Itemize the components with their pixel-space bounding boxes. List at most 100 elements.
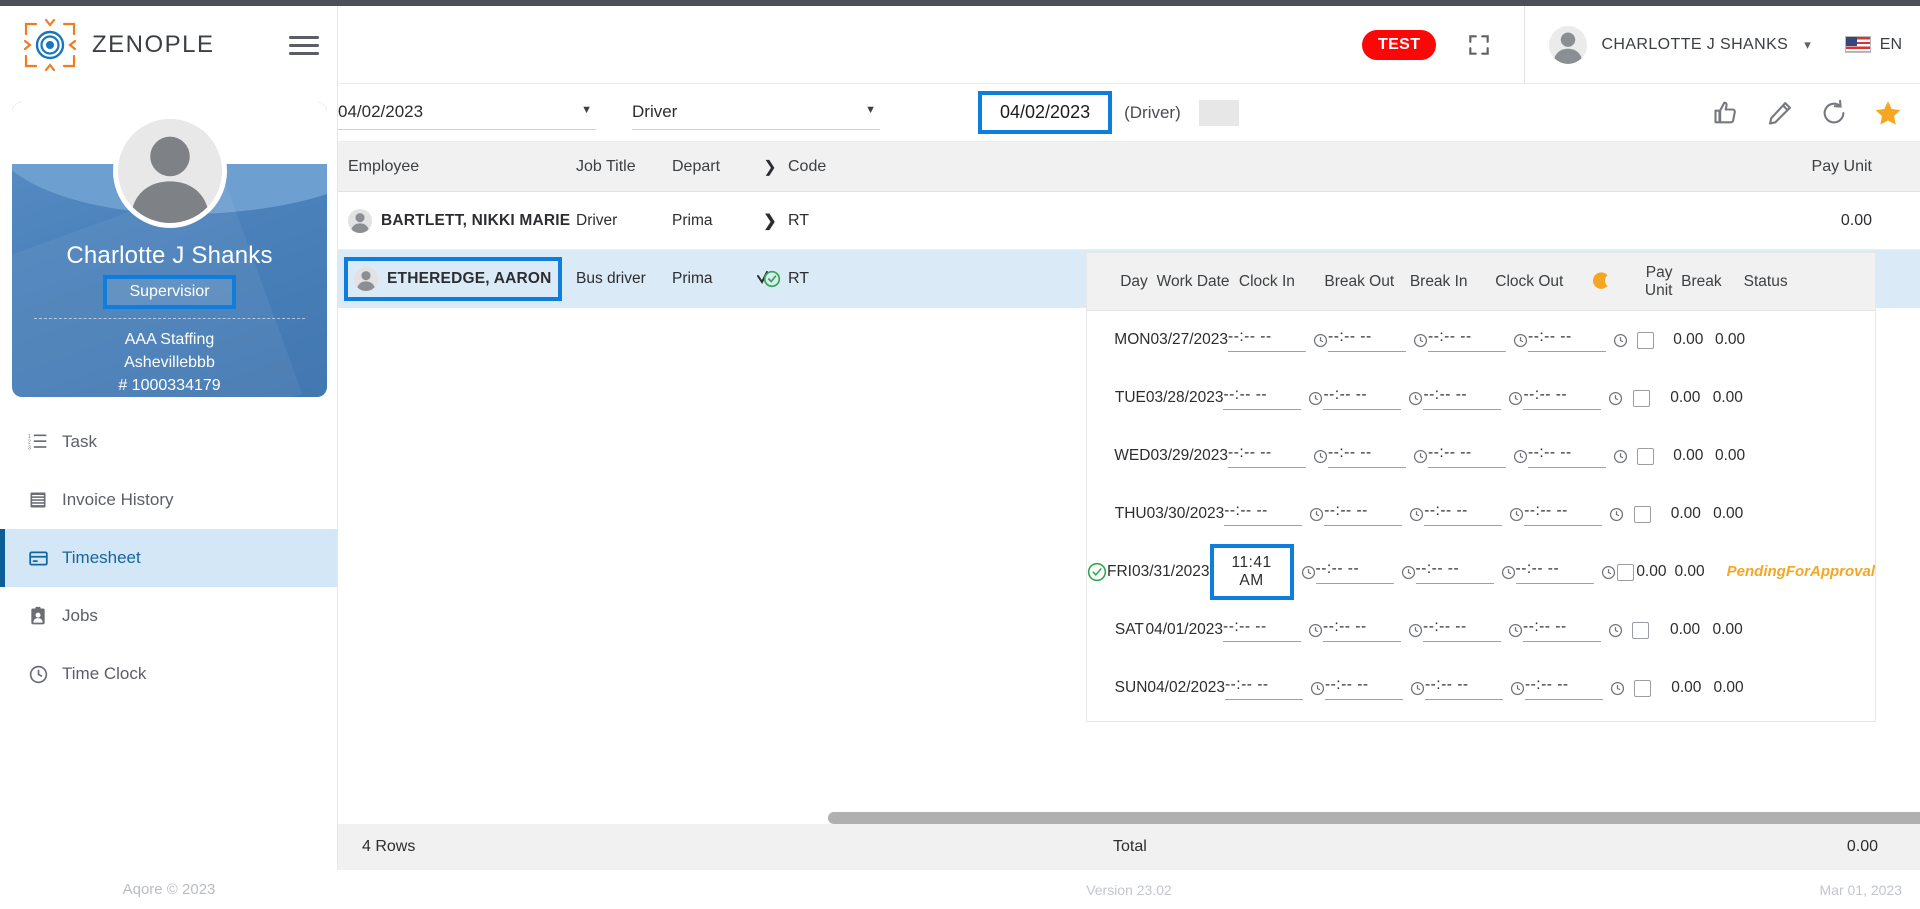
break-out-field[interactable]: --:-- -- bbox=[1315, 560, 1416, 584]
clock-icon[interactable] bbox=[1413, 449, 1428, 464]
timesheet-row[interactable]: SUN 04/02/2023 --:-- -- --:-- -- --:-- -… bbox=[1087, 659, 1875, 717]
clock-icon[interactable] bbox=[1513, 333, 1528, 348]
break-in-field[interactable]: --:-- -- bbox=[1423, 618, 1523, 642]
clock-icon[interactable] bbox=[1410, 681, 1425, 696]
clock-icon[interactable] bbox=[1613, 333, 1628, 348]
night-checkbox[interactable] bbox=[1628, 447, 1663, 465]
night-checkbox[interactable] bbox=[1624, 505, 1660, 523]
clock-icon[interactable] bbox=[1508, 623, 1523, 638]
clock-icon[interactable] bbox=[1310, 681, 1325, 696]
timesheet-row[interactable]: WED 03/29/2023 --:-- -- --:-- -- --:-- -… bbox=[1087, 427, 1875, 485]
break-in-field[interactable]: --:-- -- bbox=[1428, 444, 1528, 468]
break-out-field[interactable]: --:-- -- bbox=[1328, 444, 1428, 468]
chevron-down-icon[interactable]: ▾ bbox=[1804, 37, 1811, 53]
break-out-field[interactable]: --:-- -- bbox=[1328, 328, 1428, 352]
timesheet-row[interactable]: THU 03/30/2023 --:-- -- --:-- -- --:-- -… bbox=[1087, 485, 1875, 543]
clock-out-field[interactable]: --:-- -- bbox=[1528, 328, 1628, 352]
employee-cell[interactable]: BARTLETT, NIKKI MARIE bbox=[338, 208, 576, 233]
clock-icon[interactable] bbox=[1309, 507, 1324, 522]
clock-out-field[interactable]: --:-- -- bbox=[1524, 676, 1625, 700]
selected-date-input[interactable]: 04/02/2023 bbox=[978, 91, 1113, 134]
break-out-field[interactable]: --:-- -- bbox=[1324, 676, 1425, 700]
horizontal-scrollbar[interactable] bbox=[828, 812, 1920, 824]
night-checkbox[interactable] bbox=[1628, 331, 1663, 349]
refresh-icon[interactable] bbox=[1820, 99, 1848, 127]
timesheet-row[interactable]: SAT 04/01/2023 --:-- -- --:-- -- --:-- -… bbox=[1087, 601, 1875, 659]
clock-icon[interactable] bbox=[1609, 507, 1624, 522]
night-checkbox[interactable] bbox=[1616, 563, 1637, 581]
clock-icon[interactable] bbox=[1408, 391, 1423, 406]
clock-icon[interactable] bbox=[1608, 623, 1623, 638]
night-checkbox[interactable] bbox=[1625, 679, 1661, 697]
clock-icon[interactable] bbox=[1610, 681, 1625, 696]
clock-in-field[interactable]: --:-- -- bbox=[1224, 676, 1325, 700]
clock-out-field[interactable]: --:-- -- bbox=[1515, 560, 1616, 584]
star-icon[interactable] bbox=[1874, 99, 1902, 127]
clock-icon[interactable] bbox=[1401, 565, 1416, 580]
clock-in-field[interactable]: --:-- -- bbox=[1228, 328, 1328, 352]
break-out-field[interactable]: --:-- -- bbox=[1324, 502, 1424, 526]
night-checkbox[interactable] bbox=[1623, 621, 1659, 639]
clock-in-field[interactable]: 11:41 AM bbox=[1209, 544, 1316, 600]
clock-out-field[interactable]: --:-- -- bbox=[1524, 502, 1624, 526]
clock-icon[interactable] bbox=[1301, 565, 1316, 580]
timesheet-row[interactable]: MON 03/27/2023 --:-- -- --:-- -- --:-- -… bbox=[1087, 311, 1875, 369]
break-in-field[interactable]: --:-- -- bbox=[1423, 386, 1523, 410]
break-out-field[interactable]: --:-- -- bbox=[1323, 618, 1423, 642]
app-root: ZENOPLE Charlotte J Shanks Supervisior A… bbox=[0, 0, 1920, 909]
sidebar-item-timesheet[interactable]: Timesheet bbox=[0, 529, 337, 587]
menu-toggle-icon[interactable] bbox=[289, 35, 319, 55]
sidebar-item-invoice-history[interactable]: Invoice History bbox=[0, 471, 337, 529]
clock-icon[interactable] bbox=[1413, 333, 1428, 348]
clock-in-field[interactable]: --:-- -- bbox=[1228, 444, 1328, 468]
date-filter-dropdown[interactable]: 04/02/2023 ▼ bbox=[338, 96, 596, 130]
clock-in-field[interactable]: --:-- -- bbox=[1223, 618, 1323, 642]
break-in-field[interactable]: --:-- -- bbox=[1424, 502, 1524, 526]
fullscreen-icon[interactable] bbox=[1466, 32, 1492, 58]
break-in-field[interactable]: --:-- -- bbox=[1428, 328, 1528, 352]
clock-out-field[interactable]: --:-- -- bbox=[1523, 618, 1623, 642]
clock-icon[interactable] bbox=[1408, 623, 1423, 638]
language-selector[interactable]: EN bbox=[1844, 36, 1902, 54]
clock-icon[interactable] bbox=[1509, 507, 1524, 522]
clock-icon[interactable] bbox=[1313, 333, 1328, 348]
employee-name: BARTLETT, NIKKI MARIE bbox=[381, 211, 571, 229]
break-in-field[interactable]: --:-- -- bbox=[1415, 560, 1516, 584]
check-circle-icon[interactable] bbox=[752, 268, 788, 290]
break-cell: 0.00 bbox=[1712, 389, 1743, 406]
clock-out-field[interactable]: --:-- -- bbox=[1528, 444, 1628, 468]
clock-icon[interactable] bbox=[1601, 565, 1616, 580]
job-title-cell: Bus driver bbox=[576, 270, 646, 287]
timesheet-row[interactable]: TUE 03/28/2023 --:-- -- --:-- -- --:-- -… bbox=[1087, 369, 1875, 427]
employee-table: Employee Job Title Depart ❯ Code Pay Uni… bbox=[338, 142, 1920, 782]
clock-icon[interactable] bbox=[1613, 449, 1628, 464]
clock-icon[interactable] bbox=[1513, 449, 1528, 464]
clock-icon[interactable] bbox=[1308, 391, 1323, 406]
chevron-right-icon[interactable]: ❯ bbox=[752, 211, 788, 231]
clock-icon[interactable] bbox=[1508, 391, 1523, 406]
user-menu[interactable]: CHARLOTTE J SHANKS ▾ bbox=[1549, 25, 1811, 64]
selected-employee-highlight[interactable]: ETHEREDGE, AARON bbox=[344, 257, 562, 301]
clock-icon[interactable] bbox=[1313, 449, 1328, 464]
clock-in-field[interactable]: --:-- -- bbox=[1223, 386, 1323, 410]
clock-icon[interactable] bbox=[1308, 623, 1323, 638]
clock-icon[interactable] bbox=[1409, 507, 1424, 522]
thumbs-up-icon[interactable] bbox=[1712, 99, 1740, 127]
clock-icon[interactable] bbox=[1510, 681, 1525, 696]
pencil-icon[interactable] bbox=[1766, 99, 1794, 127]
sidebar-item-jobs[interactable]: Jobs bbox=[0, 587, 337, 645]
sidebar-item-task[interactable]: 1 2 3 Task bbox=[0, 413, 337, 471]
timesheet-row[interactable]: FRI 03/31/2023 11:41 AM --:-- -- --:-- -… bbox=[1087, 543, 1875, 601]
role-filter-dropdown[interactable]: Driver ▼ bbox=[632, 96, 880, 130]
sidebar-item-time-clock[interactable]: Time Clock bbox=[0, 645, 337, 703]
clock-icon[interactable] bbox=[1608, 391, 1623, 406]
clock-in-field[interactable]: --:-- -- bbox=[1224, 502, 1324, 526]
clock-out-field[interactable]: --:-- -- bbox=[1523, 386, 1623, 410]
clock-icon[interactable] bbox=[1501, 565, 1516, 580]
table-row[interactable]: BARTLETT, NIKKI MARIE Driver Prima ❯ RT … bbox=[338, 192, 1920, 250]
break-out-field[interactable]: --:-- -- bbox=[1323, 386, 1423, 410]
break-in-field[interactable]: --:-- -- bbox=[1424, 676, 1525, 700]
night-checkbox[interactable] bbox=[1623, 389, 1659, 407]
expand-all-icon[interactable]: ❯ bbox=[752, 157, 788, 177]
employee-cell[interactable]: ETHEREDGE, AARON bbox=[338, 257, 576, 301]
